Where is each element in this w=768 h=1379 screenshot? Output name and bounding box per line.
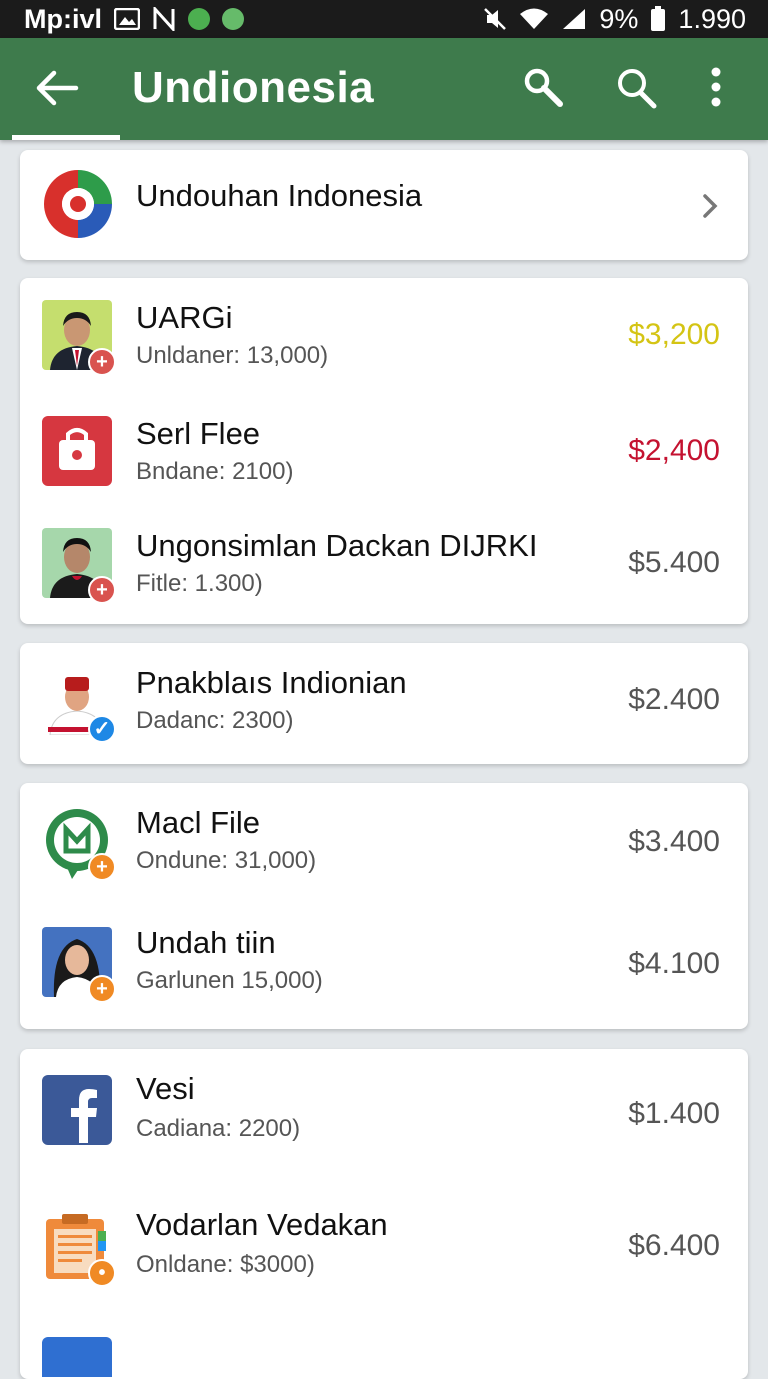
item-sub: Cadiana: 2200) xyxy=(136,1115,301,1142)
item-price: $1.400 xyxy=(628,1097,720,1130)
green-app-icon xyxy=(222,8,244,30)
facebook-icon xyxy=(42,1075,112,1145)
mute-icon xyxy=(483,7,507,31)
list-item[interactable]: + Undah tiin Garlunen 15,000) $4.100 xyxy=(20,905,748,1029)
item-name: UARGi xyxy=(136,300,233,335)
green-chat-icon: + xyxy=(42,805,116,881)
item-price: $4.100 xyxy=(628,947,720,980)
item-sub: Garlunen 15,000) xyxy=(136,967,323,994)
list-item-partial[interactable] xyxy=(20,1333,748,1379)
chevron-right-icon xyxy=(700,192,720,225)
item-price: $6.400 xyxy=(628,1229,720,1262)
signal-icon xyxy=(561,7,587,31)
item-price: $2,400 xyxy=(628,434,720,467)
add-badge-icon: + xyxy=(88,853,116,881)
item-price: $2.400 xyxy=(628,683,720,716)
page-title: Undionesia xyxy=(132,63,375,112)
tab-indicator xyxy=(12,135,120,140)
list-item[interactable]: ✓ Pnakblaıs Indionian Dadanc: 2300) $2.4… xyxy=(20,643,748,764)
back-arrow-icon[interactable] xyxy=(34,65,80,111)
circular-logo-icon xyxy=(42,168,114,240)
add-badge-icon: + xyxy=(88,348,116,376)
list-item[interactable]: • Vodarlan Vedakan Onldane: $3000) $6.40… xyxy=(20,1173,748,1313)
battery-icon xyxy=(650,6,666,32)
list-card: Vesi Cadiana: 2200) $1.400 • Vodarlan Ve… xyxy=(20,1049,748,1379)
list-card: ✓ Pnakblaıs Indionian Dadanc: 2300) $2.4… xyxy=(20,643,748,764)
item-price: $3.400 xyxy=(628,825,720,858)
item-name: Ungonsimlan Dackan DIJRKI xyxy=(136,528,538,563)
list-item[interactable]: Serl Flee Bndane: 2100) $2,400 xyxy=(20,394,748,510)
header-title: Undouhan Indonesia xyxy=(136,178,423,213)
item-sub: Unldaner: 13,000) xyxy=(136,342,329,369)
item-price: $5.400 xyxy=(628,546,720,579)
status-bar: Mp:ivl 9% 1.990 xyxy=(0,0,768,38)
list-card: + UARGi Unldaner: 13,000) $3,200 Serl Fl… xyxy=(20,278,748,624)
item-name: Undah tiin xyxy=(136,925,276,960)
list-item[interactable]: + Macl File Ondune: 31,000) $3.400 xyxy=(20,783,748,905)
item-sub: Ondune: 31,000) xyxy=(136,847,317,874)
search-icon[interactable] xyxy=(614,66,658,110)
list-item[interactable]: + UARGi Unldaner: 13,000) $3,200 xyxy=(20,278,748,394)
add-badge-icon: + xyxy=(88,576,116,604)
woman-portrait-avatar: + xyxy=(42,927,116,1003)
more-vert-icon[interactable] xyxy=(698,66,742,110)
app-bar: Undionesia xyxy=(0,38,768,140)
verified-badge-icon: ✓ xyxy=(88,715,116,743)
status-carrier-text: Mp:ivl xyxy=(24,3,102,34)
battery-percent: 9% xyxy=(599,3,639,34)
list-card: + Macl File Ondune: 31,000) $3.400 + Und… xyxy=(20,783,748,1029)
man-portrait-avatar: + xyxy=(42,300,116,376)
man-in-fez-avatar: ✓ xyxy=(42,665,116,743)
red-bag-icon xyxy=(42,416,112,486)
list-item[interactable]: + Ungonsimlan Dackan DIJRKI Fitle: 1.300… xyxy=(20,510,748,624)
item-sub: Fitle: 1.300) xyxy=(136,570,263,597)
key-search-icon[interactable] xyxy=(522,66,566,110)
n-icon xyxy=(152,7,176,31)
header-card[interactable]: Undouhan Indonesia xyxy=(20,150,748,260)
partial-app-icon xyxy=(42,1337,112,1377)
item-name: Serl Flee xyxy=(136,416,261,451)
document-icon: • xyxy=(42,1211,116,1287)
item-name: Vodarlan Vedakan xyxy=(136,1207,388,1242)
item-sub: Dadanc: 2300) xyxy=(136,707,294,734)
wifi-icon xyxy=(519,7,549,31)
item-price: $3,200 xyxy=(628,318,720,351)
clock: 1.990 xyxy=(678,3,746,34)
phone-call-icon xyxy=(188,8,210,30)
key-badge-icon: • xyxy=(88,1259,116,1287)
gallery-icon xyxy=(114,8,140,30)
list-item[interactable]: Vesi Cadiana: 2200) $1.400 xyxy=(20,1049,748,1173)
item-name: Macl File xyxy=(136,805,261,840)
item-sub: Onldane: $3000) xyxy=(136,1251,315,1278)
man-portrait-avatar: + xyxy=(42,528,116,604)
item-sub: Bndane: 2100) xyxy=(136,458,294,485)
item-name: Pnakblaıs Indionian xyxy=(136,665,407,700)
item-name: Vesi xyxy=(136,1071,195,1106)
add-badge-icon: + xyxy=(88,975,116,1003)
